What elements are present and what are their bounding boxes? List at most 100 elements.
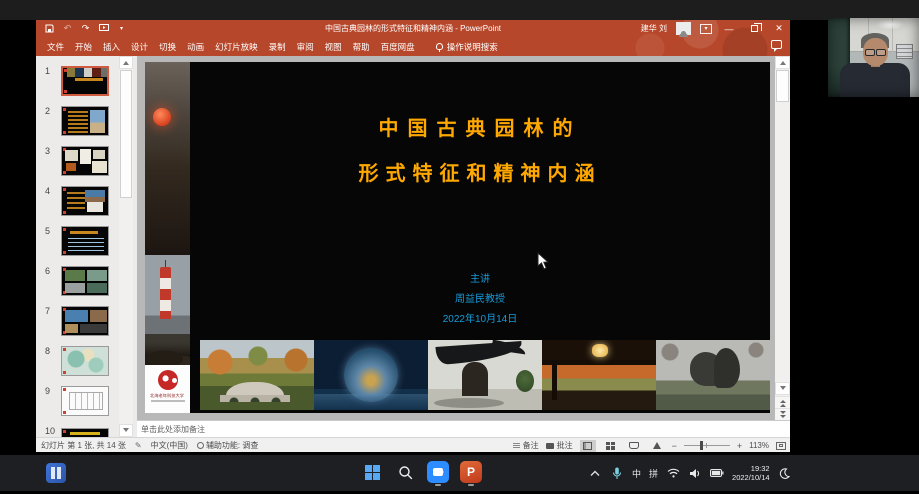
- tray-chevron-up-icon[interactable]: [588, 466, 602, 480]
- lighthouse-image: [145, 255, 190, 365]
- thumbnail-scrollbar[interactable]: [119, 56, 133, 437]
- slide-thumbnail-7[interactable]: [61, 306, 109, 336]
- tab-home[interactable]: 开始: [75, 41, 92, 53]
- spellcheck-icon[interactable]: ✎: [135, 441, 142, 450]
- notes-toggle[interactable]: 备注: [513, 440, 539, 451]
- slide-thumbnail-1[interactable]: [61, 66, 109, 96]
- slide-sorter-view-button[interactable]: [603, 440, 619, 452]
- slide-scrollbar-thumb[interactable]: [776, 70, 789, 102]
- slide-thumbnail-panel: 1 2: [36, 56, 137, 437]
- previous-slide-button[interactable]: [775, 396, 790, 408]
- photo-moon-gate-night: [314, 340, 428, 410]
- current-slide[interactable]: 北海老年科技大学 中国古典园林的 形式特征和精神内涵 主讲 周益民教授 2022…: [145, 62, 770, 413]
- night-mode-moon-icon[interactable]: [778, 466, 792, 480]
- notes-placeholder[interactable]: 单击此处添加备注: [141, 424, 205, 435]
- thumb2-photo: [90, 110, 105, 133]
- statusbar-right: 备注 批注 − + 113%: [513, 438, 786, 453]
- notes-pane[interactable]: 单击此处添加备注: [137, 420, 790, 437]
- clock[interactable]: 19:32 2022/10/14: [732, 464, 770, 482]
- tab-transitions[interactable]: 切换: [159, 41, 176, 53]
- tab-animations[interactable]: 动画: [187, 41, 204, 53]
- titlebar-right: 建华 刘 ▾ — ✕: [641, 20, 787, 37]
- slide-number: 1: [45, 66, 50, 76]
- window-title: 中国古典园林的形式特征和精神内涵 - PowerPoint: [236, 20, 590, 37]
- slide-thumbnail-9[interactable]: [61, 386, 109, 416]
- slide-number: 9: [45, 386, 50, 396]
- powerpoint-app-button[interactable]: P: [459, 460, 483, 484]
- slide-title-line2: 形式特征和精神内涵: [190, 157, 770, 186]
- undo-icon[interactable]: ↶: [62, 23, 73, 34]
- zoom-slider[interactable]: [684, 445, 730, 446]
- account-avatar[interactable]: [676, 22, 691, 35]
- save-icon[interactable]: [44, 23, 55, 34]
- slide-thumbnail-10[interactable]: [61, 428, 109, 437]
- tab-insert[interactable]: 插入: [103, 41, 120, 53]
- normal-view-button[interactable]: [580, 440, 596, 452]
- battery-icon[interactable]: [710, 466, 724, 480]
- tab-record[interactable]: 录制: [269, 41, 286, 53]
- lighthouse-tower: [160, 267, 171, 319]
- comments-bubble-icon[interactable]: [771, 40, 782, 49]
- slide-thumbnail-2[interactable]: [61, 106, 109, 136]
- speaker-icon[interactable]: [688, 466, 702, 480]
- thumbnail-scroll-down-icon[interactable]: [119, 424, 133, 437]
- redo-icon[interactable]: ↷: [80, 23, 91, 34]
- thumb1-title-line2: [75, 78, 103, 81]
- presenter-label: 主讲: [190, 270, 770, 290]
- meeting-app-icon: [427, 461, 449, 483]
- tab-design[interactable]: 设计: [131, 41, 148, 53]
- reading-view-button[interactable]: [626, 440, 642, 452]
- title-bar: ↶ ↷ ▾ 中国古典园林的形式特征和精神内涵 - PowerPoint 建华 刘…: [36, 20, 790, 37]
- thumbnail-scroll-up-icon[interactable]: [119, 56, 133, 69]
- scroll-up-icon[interactable]: [775, 56, 790, 69]
- search-button[interactable]: [393, 460, 417, 484]
- zoom-in-button[interactable]: +: [737, 441, 742, 451]
- next-slide-button[interactable]: [775, 408, 790, 420]
- ribbon-display-options-icon[interactable]: ▾: [700, 24, 712, 34]
- tab-baidu-netdisk[interactable]: 百度网盘: [381, 41, 415, 53]
- minimize-button[interactable]: —: [721, 21, 737, 36]
- slide-thumbnail-3[interactable]: [61, 146, 109, 176]
- comments-toggle[interactable]: 批注: [546, 440, 573, 451]
- ribbon-tab-bar: 文件 开始 插入 设计 切换 动画 幻灯片放映 录制 审阅 视图 帮助 百度网盘…: [36, 37, 790, 56]
- close-button[interactable]: ✕: [771, 21, 787, 36]
- slideshow-view-button[interactable]: [649, 440, 665, 452]
- language-indicator[interactable]: 中文(中国): [151, 440, 188, 451]
- tray-date: 2022/10/14: [732, 473, 770, 482]
- start-slideshow-icon[interactable]: [98, 23, 109, 34]
- fit-to-window-icon[interactable]: [776, 442, 786, 450]
- meeting-app-button[interactable]: [426, 460, 450, 484]
- pinned-app-icon[interactable]: [46, 463, 66, 483]
- taskbar-center-icons: P: [360, 460, 483, 484]
- qat-dropdown-icon[interactable]: ▾: [116, 23, 127, 34]
- ime-language-indicator[interactable]: 中: [632, 467, 641, 480]
- zoom-out-button[interactable]: −: [672, 441, 677, 451]
- microphone-icon[interactable]: [610, 466, 624, 480]
- tab-help[interactable]: 帮助: [353, 41, 370, 53]
- start-button[interactable]: [360, 460, 384, 484]
- tab-view[interactable]: 视图: [325, 41, 342, 53]
- tab-file[interactable]: 文件: [47, 41, 64, 53]
- ime-pinyin-indicator[interactable]: 拼: [649, 467, 658, 480]
- slide-thumbnail-5[interactable]: [61, 226, 109, 256]
- zoom-slider-thumb[interactable]: [700, 441, 703, 450]
- account-name[interactable]: 建华 刘: [641, 23, 667, 34]
- school-logo-icon: [158, 370, 178, 390]
- slide-scrollbar[interactable]: [775, 56, 790, 420]
- sunset-image: [145, 62, 190, 255]
- slide-thumbnail-6[interactable]: [61, 266, 109, 296]
- thumbnail-scrollbar-thumb[interactable]: [120, 70, 132, 198]
- webcam-video-tile[interactable]: [828, 18, 919, 97]
- windows-logo-icon: [365, 465, 380, 480]
- slide-thumbnail-8[interactable]: [61, 346, 109, 376]
- slide-thumbnail-4[interactable]: [61, 186, 109, 216]
- tell-me-search[interactable]: 操作说明搜索: [436, 41, 498, 53]
- tab-review[interactable]: 审阅: [297, 41, 314, 53]
- accessibility-status[interactable]: 辅助功能: 调查: [197, 440, 258, 451]
- scroll-down-icon[interactable]: [775, 382, 790, 395]
- tab-slideshow[interactable]: 幻灯片放映: [215, 41, 258, 53]
- sun-graphic: [153, 108, 171, 126]
- wifi-icon[interactable]: [666, 466, 680, 480]
- zoom-level[interactable]: 113%: [749, 441, 769, 450]
- restore-button[interactable]: [746, 21, 762, 36]
